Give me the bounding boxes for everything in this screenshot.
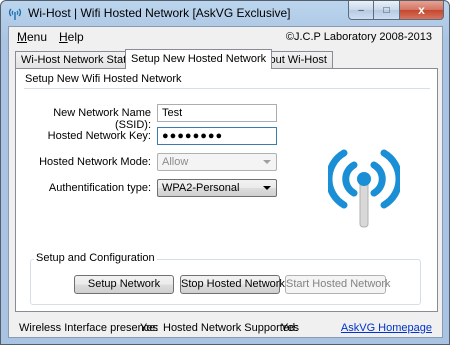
close-button[interactable]: x: [400, 1, 444, 20]
group-divider: [24, 88, 430, 89]
tab-setup-hosted-network[interactable]: Setup New Hosted Network: [125, 49, 273, 69]
ssid-field[interactable]: Test: [157, 104, 277, 122]
menu-bar: Menu Help ©J.C.P Laboratory 2008-2013: [9, 27, 442, 46]
presence-value: Yes: [140, 322, 158, 334]
auth-value: WPA2-Personal: [162, 182, 240, 194]
app-window: Wi-Host | Wifi Hosted Network [AskVG Exc…: [0, 0, 450, 345]
auth-select[interactable]: WPA2-Personal: [157, 179, 277, 197]
mode-select[interactable]: Allow: [157, 153, 277, 171]
start-hosted-network-button[interactable]: Start Hosted Network: [285, 275, 391, 294]
supported-value: Yes: [281, 322, 299, 334]
setup-network-button[interactable]: Setup Network: [74, 275, 174, 294]
setup-config-title: Setup and Configuration: [34, 252, 157, 264]
menu-item-help[interactable]: Help: [59, 30, 84, 44]
wifi-antenna-icon: [8, 6, 22, 20]
caption-buttons: – □ x: [348, 1, 444, 20]
chevron-down-icon: [263, 160, 271, 164]
client-area: Menu Help ©J.C.P Laboratory 2008-2013 Wi…: [8, 26, 443, 338]
minimize-button[interactable]: –: [348, 1, 374, 20]
stop-hosted-network-button[interactable]: Stop Hosted Network: [180, 275, 285, 294]
help-label-rest: elp: [67, 30, 84, 44]
homepage-link[interactable]: AskVG Homepage: [341, 322, 432, 334]
menu-item-menu[interactable]: Menu: [17, 30, 47, 44]
setup-tab-panel: Setup New Wifi Hosted Network New Networ…: [15, 68, 438, 312]
title-bar[interactable]: Wi-Host | Wifi Hosted Network [AskVG Exc…: [1, 1, 449, 25]
group-title: Setup New Wifi Hosted Network: [25, 73, 182, 85]
key-label: Hosted Network Key:: [47, 130, 151, 142]
mode-value: Allow: [162, 156, 189, 168]
menu-mnemonic: M: [17, 30, 27, 44]
copyright-text: ©J.C.P Laboratory 2008-2013: [285, 31, 432, 43]
presence-label: Wireless Interface presence:: [19, 322, 159, 334]
menu-label-rest: enu: [27, 30, 48, 44]
wifi-hotspot-icon: [325, 139, 403, 229]
mode-label: Hosted Network Mode:: [39, 156, 151, 168]
auth-label: Authentification type:: [48, 182, 151, 194]
maximize-button[interactable]: □: [374, 1, 400, 20]
ssid-label: New Network Name (SSID):: [53, 107, 151, 131]
chevron-down-icon: [263, 186, 271, 190]
help-mnemonic: H: [59, 30, 68, 44]
supported-label: Hosted Network Supported:: [163, 322, 299, 334]
window-title: Wi-Host | Wifi Hosted Network [AskVG Exc…: [28, 6, 291, 20]
key-field[interactable]: ●●●●●●●●: [157, 127, 277, 145]
status-bar: Wireless Interface presence: Yes Hosted …: [9, 320, 442, 336]
